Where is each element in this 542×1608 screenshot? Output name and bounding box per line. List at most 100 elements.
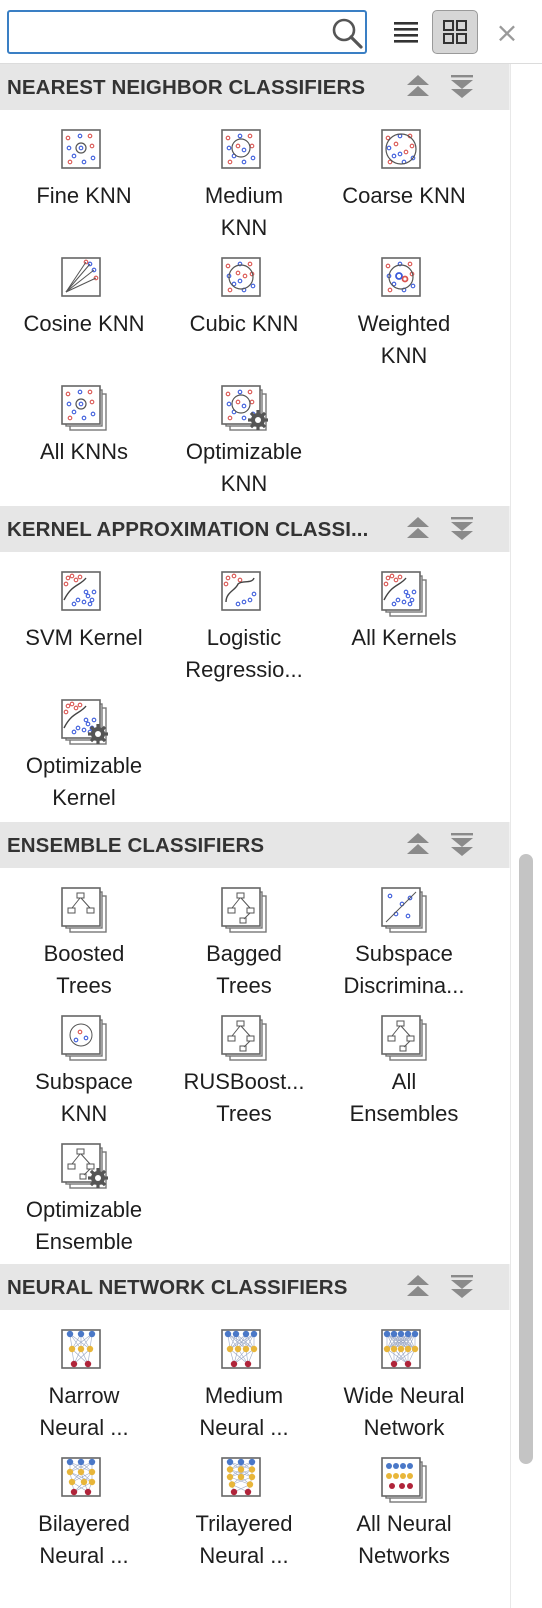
narrow-neural-network-icon [60, 1328, 108, 1376]
section-item-grid: Fine KNN Medium KNN Coarse KNN Cosine KNN Cu… [0, 110, 510, 506]
search-input[interactable] [15, 16, 315, 48]
all-knns-icon [60, 384, 108, 432]
gallery-item[interactable]: Optimizable KNN [164, 384, 324, 500]
wide-neural-network-icon [380, 1328, 428, 1376]
section-title: KERNEL APPROXIMATION CLASSI... [7, 518, 369, 541]
gallery-item[interactable]: Optimizable Ensemble [4, 1142, 164, 1258]
collapse-section-icon[interactable] [403, 830, 433, 860]
optimizable-knn-icon [220, 384, 268, 432]
gallery-item[interactable]: All Kernels [324, 570, 484, 686]
gallery-section: NEURAL NETWORK CLASSIFIERS Narrow Neural … [0, 1264, 510, 1570]
gallery-item-label: All Neural Networks [356, 1511, 452, 1568]
section-title: ENSEMBLE CLASSIFIERS [7, 834, 265, 857]
all-neural-networks-icon [380, 1456, 428, 1504]
gallery-item-label: Medium Neural ... [199, 1383, 289, 1440]
coarse-knn-icon [380, 128, 428, 176]
collapse-section-icon[interactable] [403, 1272, 433, 1302]
gallery-item-label: Wide Neural Network [343, 1383, 465, 1440]
section-header[interactable]: NEAREST NEIGHBOR CLASSIFIERS [0, 64, 510, 110]
weighted-knn-icon [380, 256, 428, 304]
gallery-item[interactable]: Bilayered Neural ... [4, 1456, 164, 1572]
collapse-section-icon[interactable] [403, 72, 433, 102]
section-collapse-controls [397, 830, 487, 860]
section-header[interactable]: NEURAL NETWORK CLASSIFIERS [0, 1264, 510, 1310]
gallery-item[interactable]: RUSBoost... Trees [164, 1014, 324, 1130]
close-button[interactable]: × [484, 10, 530, 54]
grid-view-button[interactable] [432, 10, 478, 54]
gallery-item[interactable]: Narrow Neural ... [4, 1328, 164, 1444]
gallery-section: ENSEMBLE CLASSIFIERS Boosted Trees Bagged … [0, 822, 510, 1264]
section-collapse-controls [397, 1272, 487, 1302]
gallery-item[interactable]: Coarse KNN [324, 128, 484, 244]
logistic-regression-kernel-icon [220, 570, 268, 618]
gallery-item[interactable]: Logistic Regressio... [164, 570, 324, 686]
cosine-knn-icon [60, 256, 108, 304]
gallery-item[interactable]: Trilayered Neural ... [164, 1456, 324, 1572]
gallery-item[interactable]: Cubic KNN [164, 256, 324, 372]
boosted-trees-icon [60, 886, 108, 934]
gallery-item[interactable]: Subspace Discrimina... [324, 886, 484, 1002]
section-item-grid: Boosted Trees Bagged Trees Subspace Discri… [0, 868, 510, 1264]
expand-section-icon[interactable] [447, 514, 477, 544]
gallery-item[interactable]: All Ensembles [324, 1014, 484, 1130]
optimizable-kernel-icon [60, 698, 108, 746]
gallery-item[interactable]: Fine KNN [4, 128, 164, 244]
collapse-section-icon[interactable] [403, 514, 433, 544]
section-title: NEAREST NEIGHBOR CLASSIFIERS [7, 76, 366, 99]
gallery-item-label: Optimizable Kernel [25, 753, 143, 810]
close-icon: × [495, 15, 519, 49]
expand-section-icon[interactable] [447, 72, 477, 102]
gallery-item[interactable]: All Neural Networks [324, 1456, 484, 1572]
section-title: NEURAL NETWORK CLASSIFIERS [7, 1276, 348, 1299]
search-box[interactable] [7, 10, 367, 54]
gallery-item-label: Subspace KNN [35, 1069, 133, 1126]
gallery-item[interactable]: SVM Kernel [4, 570, 164, 686]
search-icon[interactable] [329, 15, 365, 51]
gallery-item-label: Optimizable KNN [185, 439, 303, 496]
gallery-item-label: SVM Kernel [25, 625, 143, 650]
gallery-content: NEAREST NEIGHBOR CLASSIFIERS Fine KNN Medi… [0, 64, 510, 1608]
cubic-knn-icon [220, 256, 268, 304]
gallery-item-label: All KNNs [39, 439, 128, 464]
gallery-item[interactable]: Medium Neural ... [164, 1328, 324, 1444]
bagged-trees-icon [220, 886, 268, 934]
all-kernels-icon [380, 570, 428, 618]
gallery-item[interactable]: Wide Neural Network [324, 1328, 484, 1444]
gallery-item[interactable]: Weighted KNN [324, 256, 484, 372]
section-header[interactable]: ENSEMBLE CLASSIFIERS [0, 822, 510, 868]
gallery-item-label: Trilayered Neural ... [195, 1511, 293, 1568]
section-header[interactable]: KERNEL APPROXIMATION CLASSI... [0, 506, 510, 552]
optimizable-ensemble-icon [60, 1142, 108, 1190]
gallery-section: NEAREST NEIGHBOR CLASSIFIERS Fine KNN Medi… [0, 64, 510, 506]
gallery-item[interactable]: All KNNs [4, 384, 164, 500]
list-view-button[interactable] [383, 10, 429, 54]
grid-view-icon [443, 20, 467, 44]
all-ensembles-icon [380, 1014, 428, 1062]
gallery-item[interactable]: Medium KNN [164, 128, 324, 244]
vertical-scrollbar[interactable] [510, 64, 542, 1608]
expand-section-icon[interactable] [447, 1272, 477, 1302]
list-view-icon [394, 22, 418, 43]
gallery-item[interactable]: Subspace KNN [4, 1014, 164, 1130]
medium-knn-icon [220, 128, 268, 176]
rusboosted-trees-icon [220, 1014, 268, 1062]
gallery-item-label: RUSBoost... Trees [183, 1069, 305, 1126]
gallery-item-label: Optimizable Ensemble [25, 1197, 143, 1254]
section-collapse-controls [397, 72, 487, 102]
svm-kernel-icon [60, 570, 108, 618]
gallery-item-label: Bagged Trees [206, 941, 282, 998]
trilayered-neural-network-icon [220, 1456, 268, 1504]
scrollbar-thumb[interactable] [519, 854, 533, 1464]
gallery-item-label: Coarse KNN [342, 183, 466, 208]
gallery-item[interactable]: Optimizable Kernel [4, 698, 164, 814]
gallery-item-label: Fine KNN [36, 183, 132, 208]
subspace-discriminant-icon [380, 886, 428, 934]
gallery-item[interactable]: Cosine KNN [4, 256, 164, 372]
gallery-item[interactable]: Boosted Trees [4, 886, 164, 1002]
toolbar: × [0, 0, 542, 64]
gallery-item[interactable]: Bagged Trees [164, 886, 324, 1002]
bilayered-neural-network-icon [60, 1456, 108, 1504]
gallery-item-label: Subspace Discrimina... [343, 941, 465, 998]
section-item-grid: SVM Kernel Logistic Regressio... All Kerne… [0, 552, 510, 822]
expand-section-icon[interactable] [447, 830, 477, 860]
